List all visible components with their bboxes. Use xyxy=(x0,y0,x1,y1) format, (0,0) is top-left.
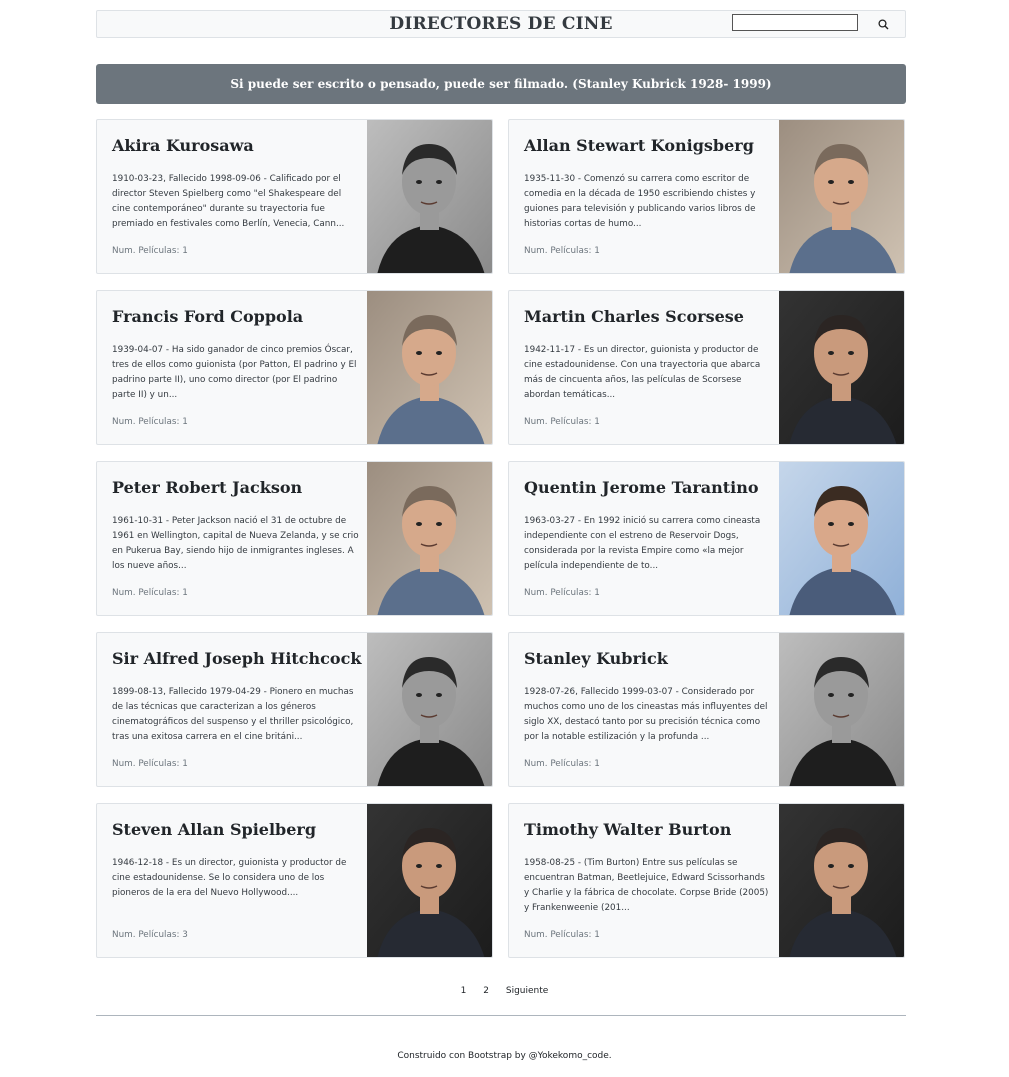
director-name[interactable]: Allan Stewart Konigsberg xyxy=(524,136,774,155)
film-count: Num. Películas: 1 xyxy=(524,588,600,598)
director-name[interactable]: Sir Alfred Joseph Hitchcock xyxy=(112,649,362,668)
director-description: 1942-11-17 - Es un director, guionista y… xyxy=(524,345,761,400)
director-card[interactable]: Peter Robert Jackson 1961-10-31 - Peter J… xyxy=(96,461,493,616)
film-count: Num. Películas: 1 xyxy=(524,930,600,940)
director-description: 1928-07-26, Fallecido 1999-03-07 - Consi… xyxy=(524,687,768,742)
director-description: 1946-12-18 - Es un director, guionista y… xyxy=(112,858,347,898)
search-icon xyxy=(877,18,889,33)
director-name[interactable]: Steven Allan Spielberg xyxy=(112,820,362,839)
director-name[interactable]: Quentin Jerome Tarantino xyxy=(524,478,774,497)
next-page-link[interactable]: Siguiente xyxy=(506,986,548,996)
director-description: 1958-08-25 - (Tim Burton) Entre sus pelí… xyxy=(524,858,769,913)
director-name[interactable]: Martin Charles Scorsese xyxy=(524,307,774,326)
director-description: 1963-03-27 - En 1992 inició su carrera c… xyxy=(524,516,761,571)
film-count: Num. Películas: 1 xyxy=(112,588,188,598)
director-name[interactable]: Francis Ford Coppola xyxy=(112,307,362,326)
director-card[interactable]: Steven Allan Spielberg 1946-12-18 - Es un… xyxy=(96,803,493,958)
director-name[interactable]: Timothy Walter Burton xyxy=(524,820,774,839)
director-card[interactable]: Timothy Walter Burton 1958-08-25 - (Tim B… xyxy=(508,803,905,958)
quote-text: Si puede ser escrito o pensado, puede se… xyxy=(230,77,772,91)
footer-divider xyxy=(96,1015,906,1016)
footer: Construido con Bootstrap by @Yokekomo_co… xyxy=(0,1051,1009,1061)
director-description: 1939-04-07 - Ha sido ganador de cinco pr… xyxy=(112,345,357,400)
director-card[interactable]: Sir Alfred Joseph Hitchcock 1899-08-13, F… xyxy=(96,632,493,787)
director-photo[interactable] xyxy=(367,120,492,273)
director-name[interactable]: Peter Robert Jackson xyxy=(112,478,362,497)
film-count: Num. Películas: 1 xyxy=(112,417,188,427)
footer-text: Construido con Bootstrap by @Yokekomo_co… xyxy=(397,1051,612,1061)
director-description: 1935-11-30 - Comenzó su carrera como esc… xyxy=(524,174,756,229)
director-photo[interactable] xyxy=(779,120,904,273)
director-photo[interactable] xyxy=(779,633,904,786)
pagination: 1 2 Siguiente xyxy=(0,986,1009,996)
page-link-1[interactable]: 1 xyxy=(461,986,467,996)
director-card[interactable]: Allan Stewart Konigsberg 1935-11-30 - Com… xyxy=(508,119,905,274)
film-count: Num. Películas: 1 xyxy=(112,759,188,769)
director-photo[interactable] xyxy=(779,804,904,957)
director-description: 1899-08-13, Fallecido 1979-04-29 - Pione… xyxy=(112,687,354,742)
director-description: 1910-03-23, Fallecido 1998-09-06 - Calif… xyxy=(112,174,345,229)
director-description: 1961-10-31 - Peter Jackson nació el 31 d… xyxy=(112,516,359,571)
director-photo[interactable] xyxy=(367,462,492,615)
search-button[interactable] xyxy=(870,15,896,35)
director-card[interactable]: Martin Charles Scorsese 1942-11-17 - Es u… xyxy=(508,290,905,445)
director-photo[interactable] xyxy=(367,291,492,444)
director-card[interactable]: Quentin Jerome Tarantino 1963-03-27 - En … xyxy=(508,461,905,616)
film-count: Num. Películas: 1 xyxy=(524,759,600,769)
director-card[interactable]: Akira Kurosawa 1910-03-23, Fallecido 1998… xyxy=(96,119,493,274)
navbar: DIRECTORES DE CINE xyxy=(96,10,906,38)
director-photo[interactable] xyxy=(367,804,492,957)
quote-banner: Si puede ser escrito o pensado, puede se… xyxy=(96,64,906,104)
director-photo[interactable] xyxy=(779,291,904,444)
director-photo[interactable] xyxy=(779,462,904,615)
director-card[interactable]: Stanley Kubrick 1928-07-26, Fallecido 199… xyxy=(508,632,905,787)
film-count: Num. Películas: 3 xyxy=(112,930,188,940)
director-card[interactable]: Francis Ford Coppola 1939-04-07 - Ha sido… xyxy=(96,290,493,445)
director-name[interactable]: Stanley Kubrick xyxy=(524,649,774,668)
film-count: Num. Películas: 1 xyxy=(112,246,188,256)
director-photo[interactable] xyxy=(367,633,492,786)
page-link-2[interactable]: 2 xyxy=(483,986,489,996)
director-name[interactable]: Akira Kurosawa xyxy=(112,136,362,155)
search-input[interactable] xyxy=(732,14,858,31)
film-count: Num. Películas: 1 xyxy=(524,246,600,256)
film-count: Num. Películas: 1 xyxy=(524,417,600,427)
